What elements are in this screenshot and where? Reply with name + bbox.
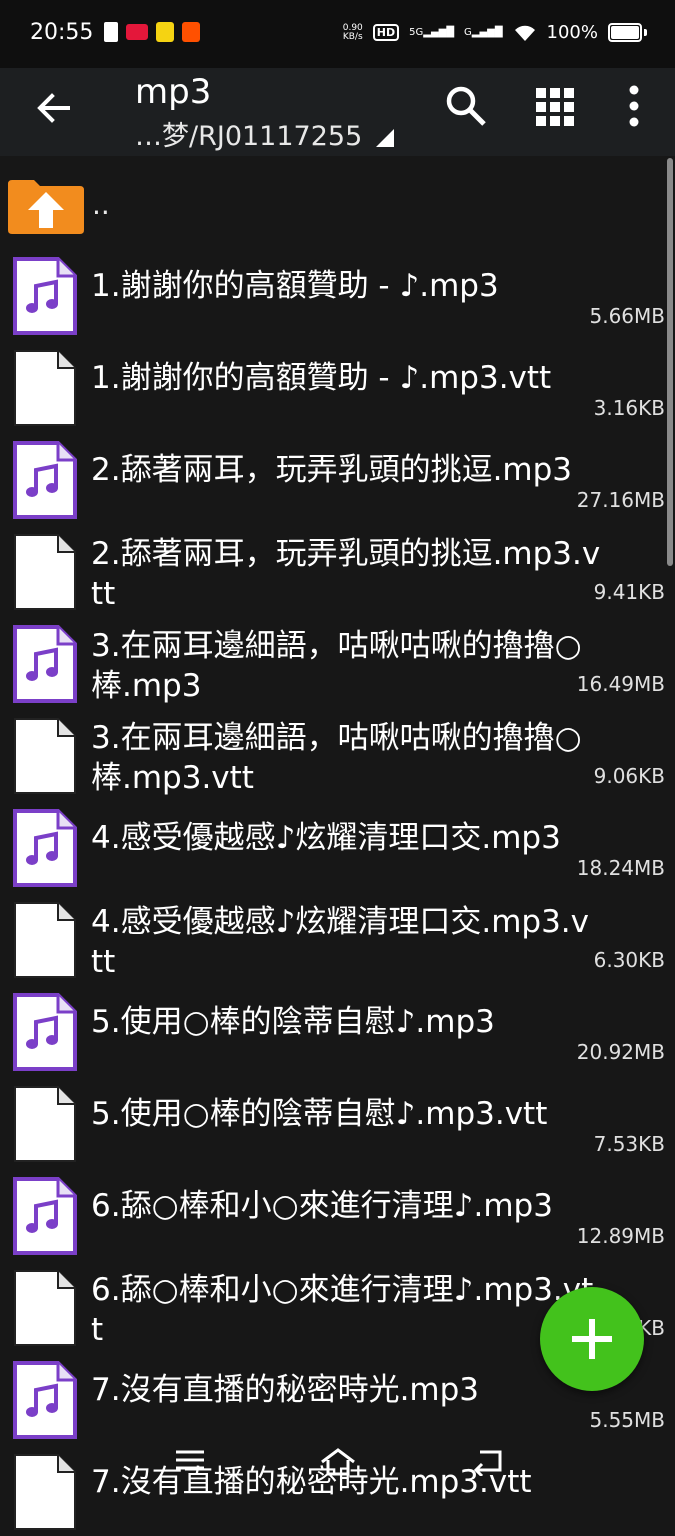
home-icon[interactable] [318,1446,358,1476]
menu-icon[interactable] [172,1446,212,1476]
audio-file-icon [12,808,78,888]
folder-up-icon [8,180,84,234]
file-row[interactable]: 3.在兩耳邊細語，咕啾咕啾的擼擼○棒.mp3 16.49MB [0,610,675,704]
audio-file-icon [12,992,78,1072]
audio-file-icon [12,440,78,520]
file-row[interactable]: 2.舔著兩耳，玩弄乳頭的挑逗.mp3 27.16MB [0,426,675,520]
file-row[interactable]: 6.舔○棒和小○來進行清理♪.mp3 12.89MB [0,1162,675,1256]
arrow-left-icon[interactable] [32,86,76,130]
notification-icon [104,22,118,42]
status-right-icons: 0.90 KB/s HD 5G▂▄▆█ G▂▄▆█ 100% [343,22,647,43]
grid-view-icon[interactable] [534,86,576,128]
battery-percent: 100% [546,22,598,43]
signal-5g-icon: 5G▂▄▆█ [409,27,455,38]
system-nav-bar [0,1440,675,1500]
file-name: 3.在兩耳邊細語，咕啾咕啾的擼擼○棒.mp3.vtt [91,720,582,796]
back-nav-icon[interactable] [468,1446,508,1476]
file-row[interactable]: 3.在兩耳邊細語，咕啾咕啾的擼擼○棒.mp3.vtt 9.06KB [0,702,675,796]
wifi-icon [514,25,535,41]
file-name: 5.使用○棒的陰蒂自慰♪.mp3.vtt [91,1096,548,1132]
file-row[interactable]: 5.使用○棒的陰蒂自慰♪.mp3.vtt 7.53KB [0,1070,675,1162]
file-size: 9.06KB [593,764,665,788]
top-toolbar: mp3 …梦/RJ01117255 [0,68,675,156]
document-file-icon [12,1084,78,1164]
document-file-icon [12,716,78,796]
status-time: 20:55 [30,20,94,45]
file-name: 4.感受優越感♪炫耀清理口交.mp3.vtt [91,904,590,980]
more-vert-icon[interactable] [620,84,648,128]
file-name: 6.舔○棒和小○來進行清理♪.mp3 [91,1188,553,1224]
battery-tip [644,29,647,36]
file-size: 5.55MB [589,1408,665,1432]
add-fab-button[interactable] [540,1287,644,1391]
file-row[interactable]: 4.感受優越感♪炫耀清理口交.mp3 18.24MB [0,794,675,888]
parent-folder-row[interactable]: .. [0,170,675,242]
page-title: mp3 [135,72,212,112]
file-name: 3.在兩耳邊細語，咕啾咕啾的擼擼○棒.mp3 [91,628,582,704]
current-path: …梦/RJ01117255 [135,121,363,152]
file-name: 1.謝謝你的高額贊助 - ♪.mp3 [91,268,499,304]
document-file-icon [12,1268,78,1348]
file-size: 5.66MB [589,304,665,328]
file-size: 18.24MB [576,856,665,880]
audio-file-icon [12,1176,78,1256]
file-row[interactable]: 5.使用○棒的陰蒂自慰♪.mp3 20.92MB [0,978,675,1072]
signal-icon: G▂▄▆█ [464,27,503,38]
document-file-icon [12,900,78,980]
document-file-icon [12,532,78,612]
file-size: 12.89MB [576,1224,665,1248]
file-name: 7.沒有直播的秘密時光.mp3 [91,1372,480,1408]
audio-file-icon [12,624,78,704]
file-row[interactable]: 1.謝謝你的高額贊助 - ♪.mp3 5.66MB [0,242,675,336]
file-size: 27.16MB [576,488,665,512]
file-name: 4.感受優越感♪炫耀清理口交.mp3 [91,820,561,856]
file-size: 9.41KB [593,580,665,604]
net-speed: 0.90 KB/s [342,22,363,42]
file-name: 2.舔著兩耳，玩弄乳頭的挑逗.mp3 [91,452,573,488]
file-size: 6.30KB [593,948,665,972]
scrollbar[interactable] [667,158,673,566]
parent-folder-label: .. [92,188,110,221]
audio-file-icon [12,1360,78,1440]
file-size: 20.92MB [576,1040,665,1064]
path-selector[interactable]: …梦/RJ01117255 [135,114,395,153]
app-icon [156,22,174,42]
dropdown-triangle-icon [376,129,395,147]
file-name: 1.謝謝你的高額贊助 - ♪.mp3.vtt [91,360,552,396]
file-size: 16.49MB [576,672,665,696]
document-file-icon [12,348,78,428]
file-row[interactable]: 4.感受優越感♪炫耀清理口交.mp3.vtt 6.30KB [0,886,675,980]
search-icon[interactable] [444,84,488,128]
file-name: 6.舔○棒和小○來進行清理♪.mp3.vtt [91,1272,594,1348]
plus-icon [589,1319,595,1359]
audio-file-icon [12,256,78,336]
app-icon [126,24,148,40]
file-size: 7.53KB [593,1132,665,1156]
hd-icon: HD [372,24,400,41]
file-size: 3.16KB [593,396,665,420]
taobao-icon [182,22,200,42]
file-row[interactable]: 1.謝謝你的高額贊助 - ♪.mp3.vtt 3.16KB [0,334,675,426]
file-name: 2.舔著兩耳，玩弄乳頭的挑逗.mp3.vtt [91,536,601,612]
status-notification-icons [104,22,200,42]
file-name: 5.使用○棒的陰蒂自慰♪.mp3 [91,1004,495,1040]
status-bar: 20:55 0.90 KB/s HD 5G▂▄▆█ G▂▄▆█ 100% [0,0,675,68]
file-row[interactable]: 2.舔著兩耳，玩弄乳頭的挑逗.mp3.vtt 9.41KB [0,518,675,612]
battery-icon [608,23,642,42]
